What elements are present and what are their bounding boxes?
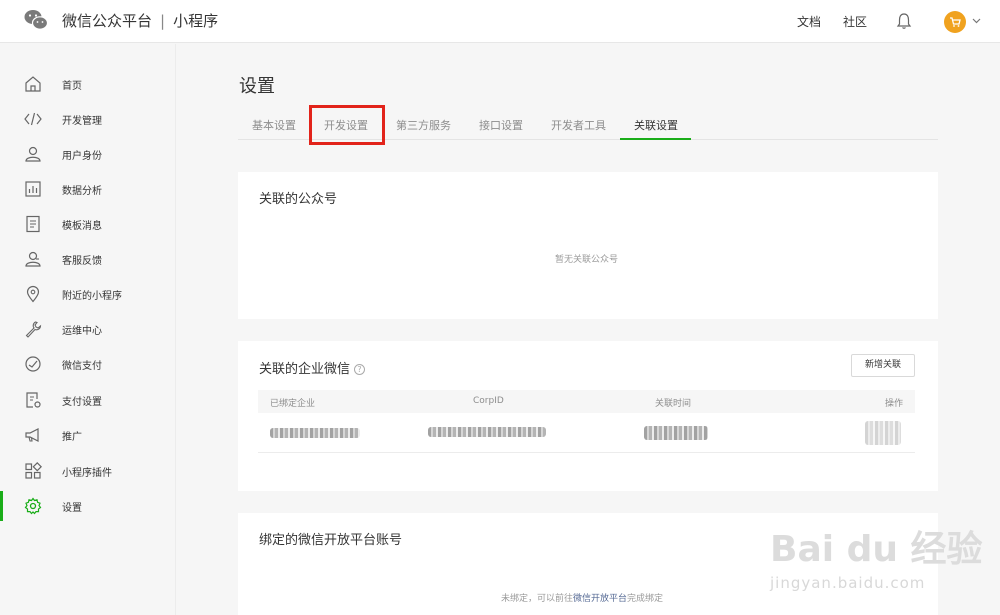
sidebar-item-label: 模板消息 — [62, 221, 102, 232]
redacted-corpid — [428, 427, 546, 437]
sidebar-item-label: 客服反馈 — [62, 256, 102, 267]
add-link-button[interactable]: 新增关联 — [851, 354, 915, 377]
empty-state-text: 未绑定，可以前往微信开放平台完成绑定 — [501, 591, 663, 604]
open-platform-link[interactable]: 微信开放平台 — [573, 594, 627, 604]
sidebar-item-settings[interactable]: 设置 — [0, 491, 176, 521]
sidebar-item-label: 首页 — [62, 81, 82, 92]
sidebar-item-promotion[interactable]: 推广 — [0, 420, 176, 450]
card-title: 绑定的微信开放平台账号 — [259, 533, 403, 548]
card-title-text: 关联的企业微信 — [259, 362, 351, 377]
code-icon — [24, 112, 42, 126]
sidebar-item-label: 用户身份 — [62, 151, 102, 162]
support-icon — [25, 251, 41, 267]
sidebar-item-data-analysis[interactable]: 数据分析 — [0, 174, 176, 204]
sidebar-item-customer-feedback[interactable]: 客服反馈 — [0, 244, 176, 274]
sidebar-item-label: 附近的小程序 — [62, 291, 122, 302]
baidu-watermark-logo: Bai du 经验 — [770, 529, 983, 570]
sidebar-item-wechat-pay[interactable]: 微信支付 — [0, 349, 176, 379]
avatar[interactable] — [944, 11, 966, 33]
empty-prefix: 未绑定，可以前往 — [501, 594, 574, 604]
sidebar-item-template-message[interactable]: 模板消息 — [0, 209, 176, 239]
sidebar-item-user-identity[interactable]: 用户身份 — [0, 139, 176, 169]
sidebar-item-label: 小程序插件 — [62, 468, 112, 479]
payment-settings-icon — [26, 392, 41, 408]
sidebar-item-pay-settings[interactable]: 支付设置 — [0, 385, 176, 415]
sidebar-item-dev-management[interactable]: 开发管理 — [0, 104, 176, 134]
brand-title[interactable]: 微信公众平台 | 小程序 — [62, 10, 218, 31]
docs-link[interactable]: 文档 — [797, 13, 821, 30]
chart-icon — [25, 181, 41, 197]
brand-name: 微信公众平台 — [62, 12, 153, 30]
empty-suffix: 完成绑定 — [627, 594, 664, 604]
megaphone-icon — [25, 428, 39, 442]
sidebar-item-label: 开发管理 — [62, 116, 102, 127]
sidebar-item-label: 运维中心 — [62, 326, 102, 337]
empty-state-text: 暂无关联公众号 — [555, 255, 619, 265]
help-icon[interactable]: ? — [354, 364, 366, 375]
card-title: 关联的公众号 — [259, 192, 338, 207]
tab-link-settings[interactable]: 关联设置 — [634, 117, 678, 133]
redacted-time — [644, 426, 708, 440]
linked-official-account-card: 关联的公众号 暂无关联公众号 — [238, 172, 938, 319]
wrench-icon — [25, 321, 42, 338]
page-title: 设置 — [239, 76, 275, 97]
linked-enterprise-wechat-card: 关联的企业微信? 新增关联 已绑定企业 CorpID 关联时间 操作 — [238, 341, 938, 491]
redacted-action[interactable] — [865, 421, 901, 445]
sidebar-item-label: 推广 — [62, 432, 82, 443]
sidebar-item-nearby[interactable]: 附近的小程序 — [0, 279, 176, 309]
plugin-icon — [25, 462, 42, 479]
sidebar-item-label: 设置 — [62, 503, 82, 514]
brand-separator: | — [160, 12, 166, 30]
sidebar-item-plugins[interactable]: 小程序插件 — [0, 456, 176, 486]
baidu-watermark-url: jingyan.baidu.com — [770, 574, 926, 592]
sidebar-item-ops-center[interactable]: 运维中心 — [0, 314, 176, 344]
table-row — [258, 413, 915, 453]
sidebar-item-home[interactable]: 首页 — [0, 69, 176, 99]
tab-basic-settings[interactable]: 基本设置 — [252, 117, 296, 133]
tab-dev-tools[interactable]: 开发者工具 — [551, 117, 606, 133]
annotation-highlight-box — [309, 105, 385, 145]
tab-api-settings[interactable]: 接口设置 — [479, 117, 523, 133]
sidebar-item-label: 数据分析 — [62, 186, 102, 197]
product-name: 小程序 — [173, 12, 219, 30]
sidebar-item-label: 支付设置 — [62, 397, 102, 408]
active-tab-underline — [620, 138, 691, 140]
sidebar: 首页 开发管理 用户身份 数据分析 模板消息 客服反馈 附近的小程序 运维中心 … — [0, 44, 176, 615]
column-header: 关联时间 — [655, 399, 692, 409]
document-icon — [26, 215, 40, 233]
payment-icon — [25, 356, 41, 372]
home-icon — [25, 76, 41, 92]
column-header: 操作 — [885, 399, 904, 409]
table-header: 已绑定企业 CorpID 关联时间 操作 — [258, 390, 915, 413]
gear-icon — [24, 497, 42, 515]
active-indicator — [0, 491, 3, 521]
chevron-down-icon[interactable] — [972, 16, 981, 25]
column-header: CorpID — [473, 396, 504, 406]
redacted-company — [270, 428, 360, 438]
community-link[interactable]: 社区 — [843, 13, 867, 30]
top-header: 微信公众平台 | 小程序 文档 社区 — [0, 0, 1000, 43]
bell-icon[interactable] — [896, 12, 912, 30]
location-icon — [26, 285, 40, 303]
sidebar-item-label: 微信支付 — [62, 361, 102, 372]
wechat-logo-icon[interactable] — [24, 9, 48, 31]
tab-third-party[interactable]: 第三方服务 — [396, 117, 451, 133]
column-header: 已绑定企业 — [270, 399, 316, 409]
cart-icon — [950, 17, 961, 27]
card-title: 关联的企业微信? — [259, 358, 366, 377]
user-icon — [25, 146, 41, 162]
